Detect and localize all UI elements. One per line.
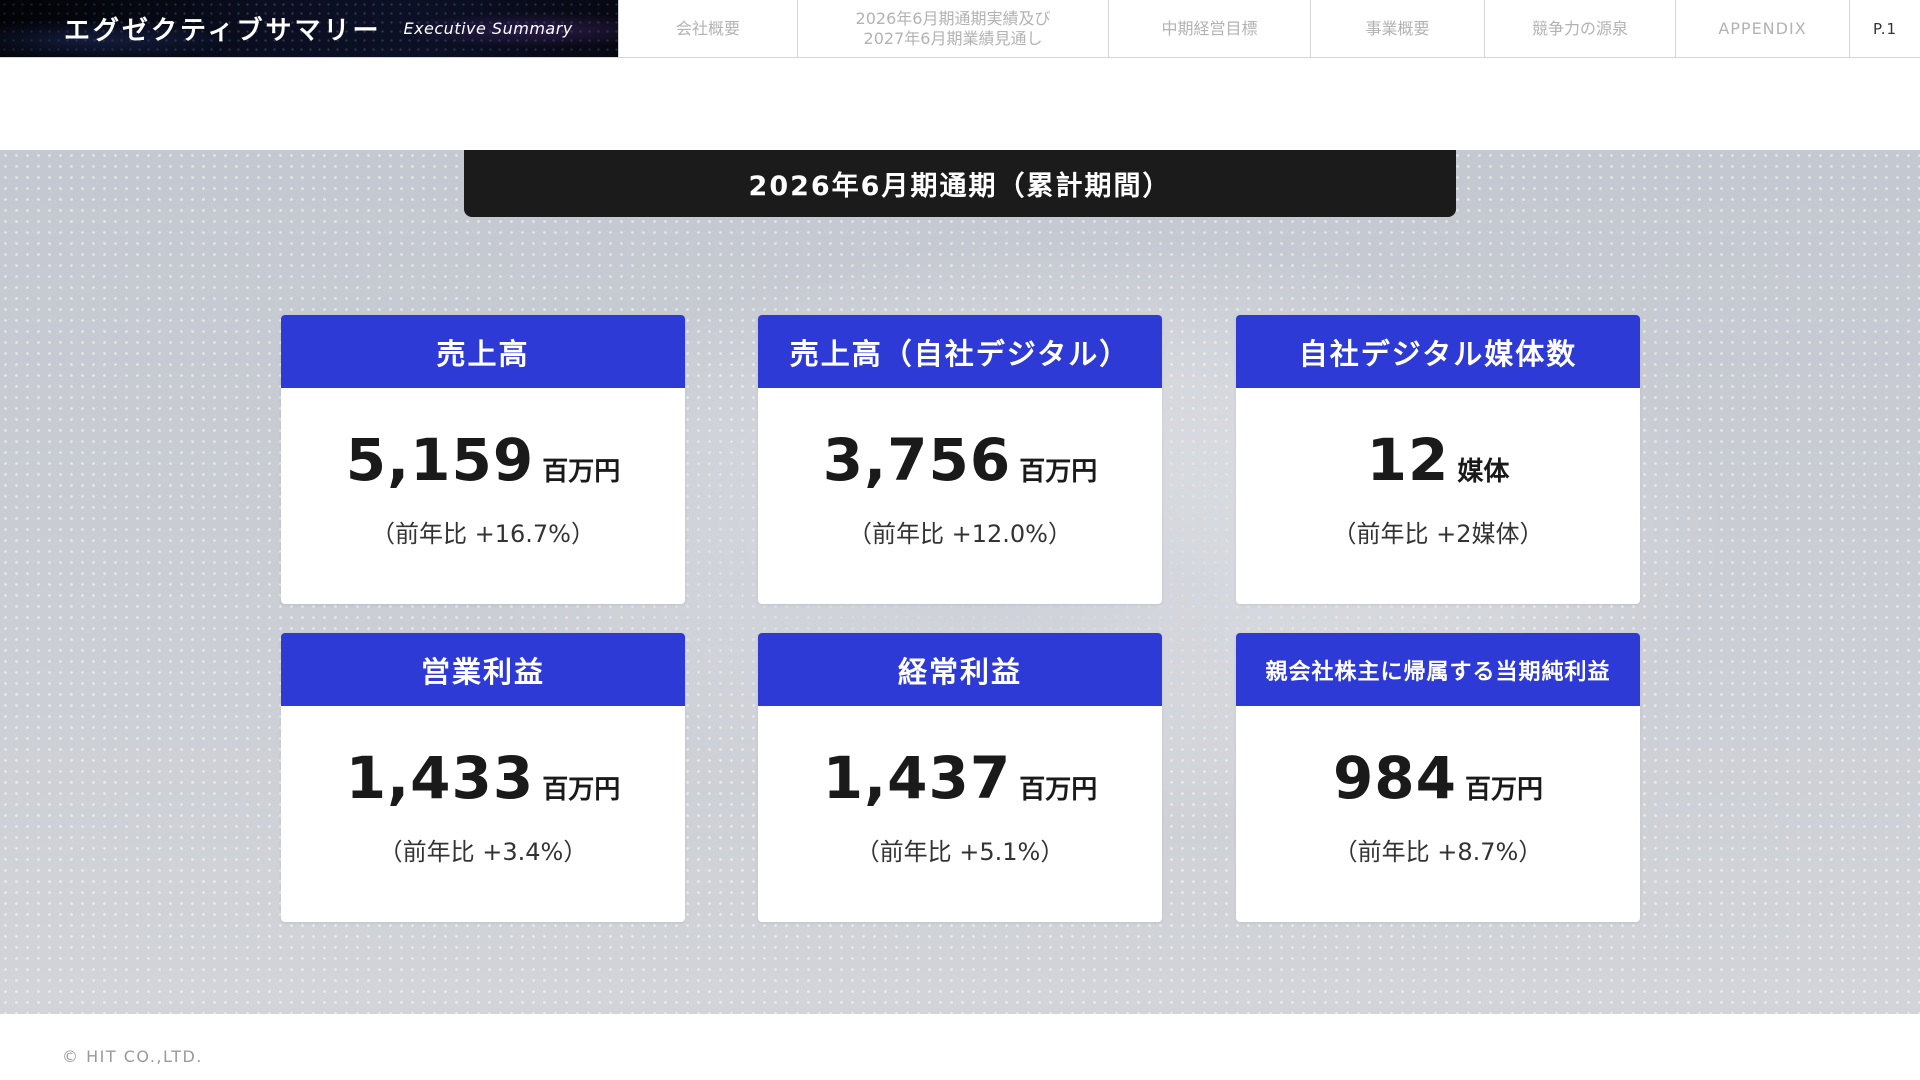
kpi-card-media-count: 自社デジタル媒体数 12 媒体 （前年比 +2媒体） (1236, 315, 1640, 604)
kpi-value: 12 (1366, 426, 1450, 494)
page-number: P.1 (1849, 0, 1920, 57)
kpi-card-value-row: 3,756 百万円 (758, 426, 1162, 494)
section-title-block: エグゼクティブサマリー Executive Summary (0, 0, 618, 57)
kpi-yoy: （前年比 +2媒体） (1332, 520, 1544, 548)
kpi-value: 1,433 (345, 744, 535, 812)
kpi-unit: 媒体 (1457, 457, 1510, 487)
kpi-value: 984 (1332, 744, 1458, 812)
kpi-card-digital-sales: 売上高（自社デジタル） 3,756 百万円 （前年比 +12.0%） (758, 315, 1162, 604)
section-nav: 会社概要 2026年6月期通期実績及び 2027年6月期業績見通し 中期経営目標… (618, 0, 1920, 57)
kpi-unit: 百万円 (1019, 457, 1098, 487)
section-title-jp: エグゼクティブサマリー (64, 16, 382, 46)
kpi-card-value-row: 12 媒体 (1236, 426, 1640, 494)
kpi-yoy: （前年比 +3.4%） (378, 838, 588, 866)
kpi-card-net-income: 親会社株主に帰属する当期純利益 984 百万円 （前年比 +8.7%） (1236, 633, 1640, 922)
period-banner: 2026年6月期通期（累計期間） (464, 150, 1456, 217)
kpi-yoy: （前年比 +8.7%） (1333, 838, 1543, 866)
kpi-value: 3,756 (822, 426, 1012, 494)
kpi-card-value-row: 1,433 百万円 (281, 744, 685, 812)
kpi-card-sales: 売上高 5,159 百万円 （前年比 +16.7%） (281, 315, 685, 604)
kpi-card-ordinary-profit: 経常利益 1,437 百万円 （前年比 +5.1%） (758, 633, 1162, 922)
kpi-card-title: 営業利益 (281, 633, 685, 706)
kpi-yoy: （前年比 +5.1%） (855, 838, 1065, 866)
nav-item-competitive-source[interactable]: 競争力の源泉 (1484, 0, 1675, 57)
kpi-unit: 百万円 (1465, 775, 1544, 805)
nav-item-midterm-targets[interactable]: 中期経営目標 (1108, 0, 1310, 57)
nav-item-company-overview[interactable]: 会社概要 (618, 0, 797, 57)
kpi-unit: 百万円 (1019, 775, 1098, 805)
copyright: © HIT CO.,LTD. (62, 1047, 203, 1066)
kpi-card-title: 経常利益 (758, 633, 1162, 706)
kpi-unit: 百万円 (542, 457, 621, 487)
kpi-card-title: 自社デジタル媒体数 (1236, 315, 1640, 388)
kpi-card-operating-profit: 営業利益 1,433 百万円 （前年比 +3.4%） (281, 633, 685, 922)
nav-item-results-forecast[interactable]: 2026年6月期通期実績及び 2027年6月期業績見通し (797, 0, 1108, 57)
top-header: エグゼクティブサマリー Executive Summary 会社概要 2026年… (0, 0, 1920, 58)
section-title-en: Executive Summary (403, 19, 573, 38)
kpi-card-value-row: 1,437 百万円 (758, 744, 1162, 812)
kpi-card-value-row: 984 百万円 (1236, 744, 1640, 812)
kpi-yoy: （前年比 +12.0%） (848, 520, 1072, 548)
nav-item-appendix[interactable]: APPENDIX (1675, 0, 1849, 57)
kpi-unit: 百万円 (542, 775, 621, 805)
nav-item-business-overview[interactable]: 事業概要 (1310, 0, 1484, 57)
kpi-card-value-row: 5,159 百万円 (281, 426, 685, 494)
kpi-card-title: 売上高 (281, 315, 685, 388)
kpi-card-title: 親会社株主に帰属する当期純利益 (1236, 633, 1640, 706)
kpi-yoy: （前年比 +16.7%） (371, 520, 595, 548)
kpi-card-title: 売上高（自社デジタル） (758, 315, 1162, 388)
kpi-value: 1,437 (822, 744, 1012, 812)
kpi-value: 5,159 (345, 426, 535, 494)
